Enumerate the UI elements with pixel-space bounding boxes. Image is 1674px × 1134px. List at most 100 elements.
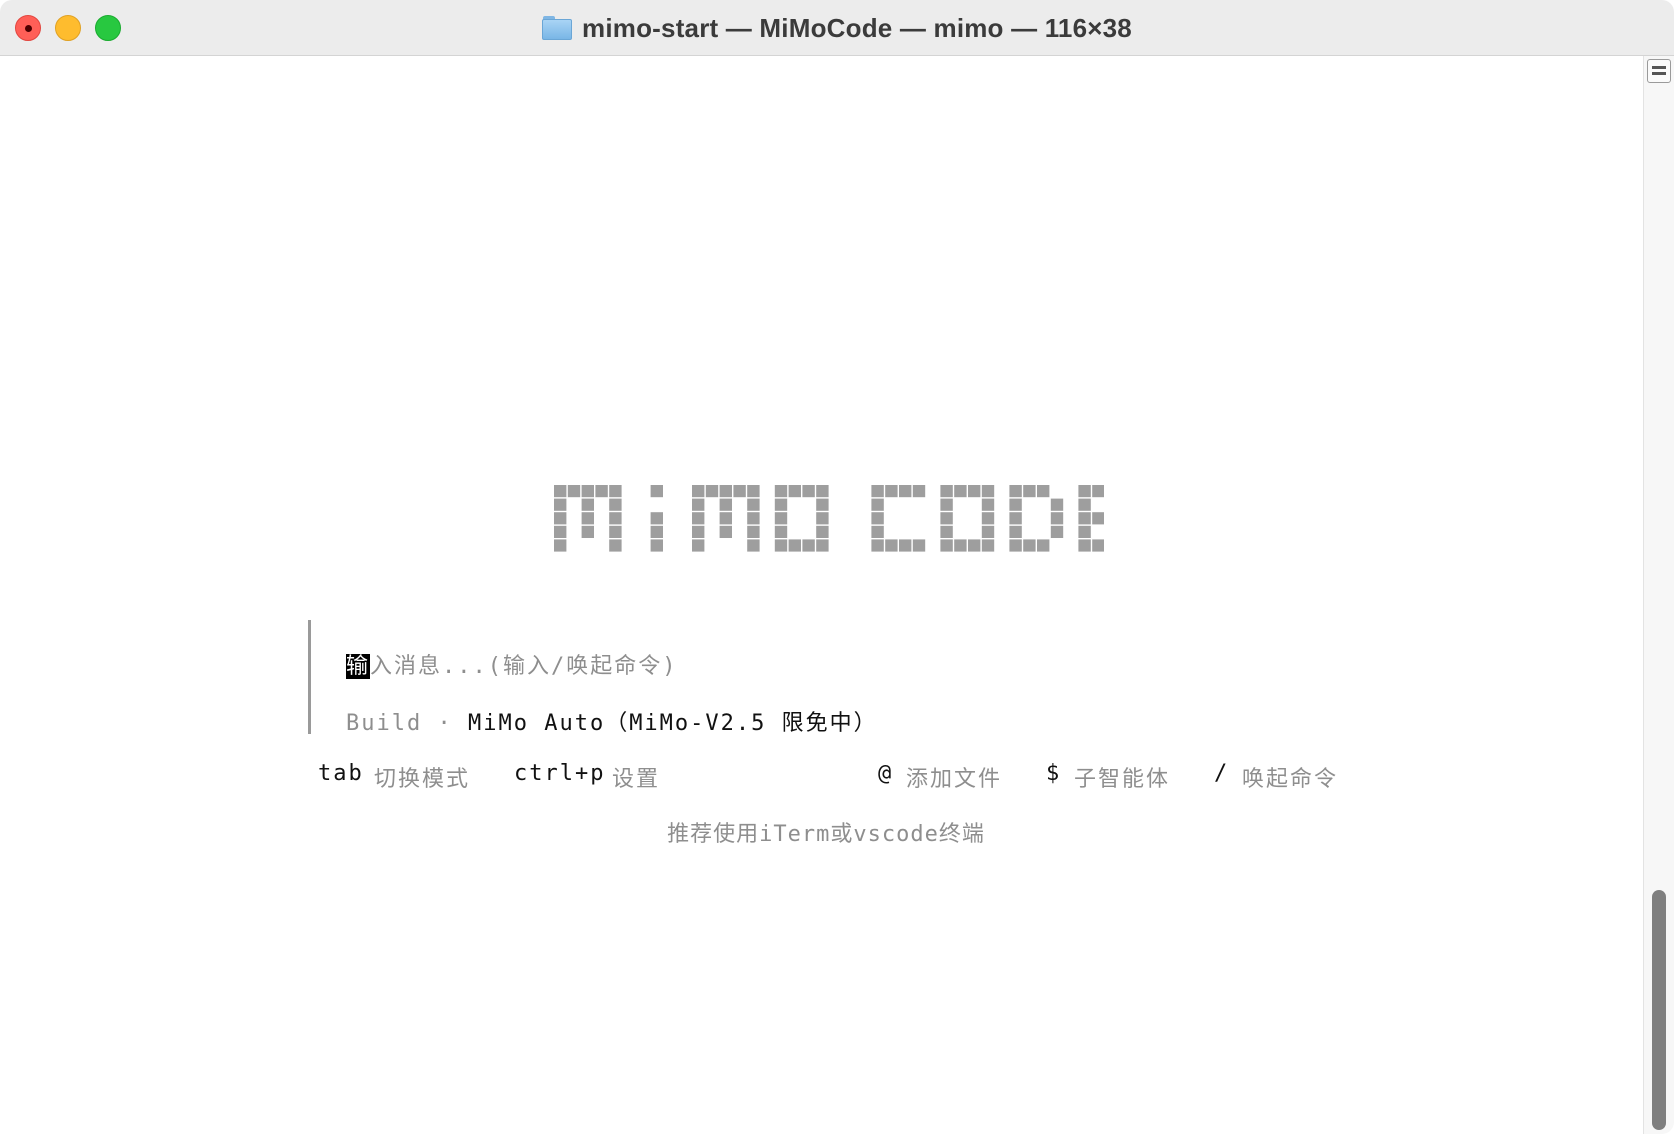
scrollbar-thumb[interactable] <box>1652 890 1666 1130</box>
logo-block <box>747 525 760 538</box>
logo-block <box>692 485 705 498</box>
window-title-area: mimo-start — MiMoCode — mimo — 116×38 <box>0 0 1674 56</box>
input-border <box>308 620 311 734</box>
logo-block <box>816 498 829 511</box>
logo-block <box>692 498 705 511</box>
logo-block <box>650 485 663 498</box>
logo-block <box>981 485 995 498</box>
hint-settings-key: ctrl+p <box>514 761 606 786</box>
logo-block <box>816 485 829 498</box>
logo-block <box>567 485 581 498</box>
logo-block <box>774 485 788 498</box>
logo-block <box>581 485 594 498</box>
logo-block <box>705 485 719 498</box>
logo-block <box>692 525 705 538</box>
logo-block <box>940 498 953 511</box>
logo-block <box>609 539 622 552</box>
logo-block <box>954 485 967 498</box>
logo-block <box>609 512 622 525</box>
logo-block <box>871 525 884 538</box>
logo-block <box>774 498 788 511</box>
logo-block <box>554 512 567 525</box>
logo-block <box>595 485 608 498</box>
logo-block <box>1078 498 1091 511</box>
logo-block <box>1009 512 1022 525</box>
logo-block <box>1009 485 1022 498</box>
logo-block <box>1023 539 1036 552</box>
title-bar: mimo-start — MiMoCode — mimo — 116×38 <box>0 0 1674 56</box>
logo-block <box>899 485 912 498</box>
hint-agent-desc: 子智能体 <box>1074 767 1171 792</box>
terminal-window: mimo-start — MiMoCode — mimo — 116×38 输入… <box>0 0 1674 1134</box>
logo-block <box>609 525 622 538</box>
logo-block <box>912 539 926 552</box>
logo-block <box>747 539 760 552</box>
logo-block <box>940 539 953 552</box>
logo-block <box>581 525 594 538</box>
hint-command-desc: 唤起命令 <box>1242 767 1339 792</box>
mode-separator: · <box>437 711 453 736</box>
logo-block <box>650 539 663 552</box>
logo-block <box>816 525 829 538</box>
logo-block <box>554 485 567 498</box>
hint-tab-key: tab <box>318 761 364 786</box>
logo-block <box>719 525 732 538</box>
logo-block <box>1050 525 1064 538</box>
hint-file-key: @ <box>878 761 894 786</box>
logo-block <box>1037 485 1050 498</box>
logo-block <box>940 525 953 538</box>
logo-block <box>1078 525 1091 538</box>
logo-block <box>719 512 732 525</box>
logo-block <box>1009 539 1022 552</box>
logo-block <box>981 498 995 511</box>
input-placeholder: 入消息...(输入/唤起命令) <box>370 654 678 679</box>
logo-block <box>968 539 981 552</box>
logo-block <box>609 485 622 498</box>
logo-block <box>554 525 567 538</box>
logo-block <box>1078 512 1091 525</box>
logo-block <box>609 498 622 511</box>
logo-block <box>1078 539 1091 552</box>
logo-block <box>747 512 760 525</box>
logo-block <box>1092 539 1104 552</box>
logo-block <box>885 485 898 498</box>
logo-block <box>981 539 995 552</box>
logo-block <box>581 512 594 525</box>
logo-block <box>719 485 732 498</box>
logo-block <box>871 485 884 498</box>
hint-file-desc: 添加文件 <box>906 767 1003 792</box>
logo-block <box>747 498 760 511</box>
model-name: MiMo Auto（MiMo-V2.5 限免中） <box>467 711 878 736</box>
logo-block <box>788 485 801 498</box>
logo-block <box>747 485 760 498</box>
logo-block <box>940 512 953 525</box>
logo-block <box>1037 539 1050 552</box>
hint-tab-desc: 切换模式 <box>374 767 471 792</box>
terminal-tip: 推荐使用iTerm或vscode终端 <box>667 822 985 847</box>
logo-block <box>871 512 884 525</box>
window-title: mimo-start — MiMoCode — mimo — 116×38 <box>582 12 1132 43</box>
logo-block <box>1009 525 1022 538</box>
logo-block <box>981 512 995 525</box>
logo-block <box>871 539 884 552</box>
message-input[interactable]: 输入消息...(输入/唤起命令) <box>346 648 678 680</box>
split-pane-icon[interactable] <box>1647 59 1671 83</box>
logo-block <box>774 512 788 525</box>
logo-block <box>912 485 926 498</box>
mode-name: Build <box>346 711 423 736</box>
mimo-code-logo-graphic <box>554 485 1104 552</box>
mode-status: Build · MiMo Auto（MiMo-V2.5 限免中） <box>346 705 878 737</box>
logo-block <box>733 485 746 498</box>
logo-block <box>581 498 594 511</box>
mimo-code-logo <box>554 485 1104 555</box>
logo-block <box>968 485 981 498</box>
logo-block <box>554 498 567 511</box>
shortcut-hints: tab 切换模式 ctrl+p 设置 @ 添加文件 $ 子智能体 / 唤起命令 <box>318 761 1358 792</box>
logo-block <box>788 539 801 552</box>
logo-block <box>774 539 788 552</box>
logo-block <box>1092 512 1104 525</box>
logo-block <box>650 525 663 538</box>
logo-block <box>954 539 967 552</box>
logo-block <box>1023 485 1036 498</box>
logo-block <box>940 485 953 498</box>
